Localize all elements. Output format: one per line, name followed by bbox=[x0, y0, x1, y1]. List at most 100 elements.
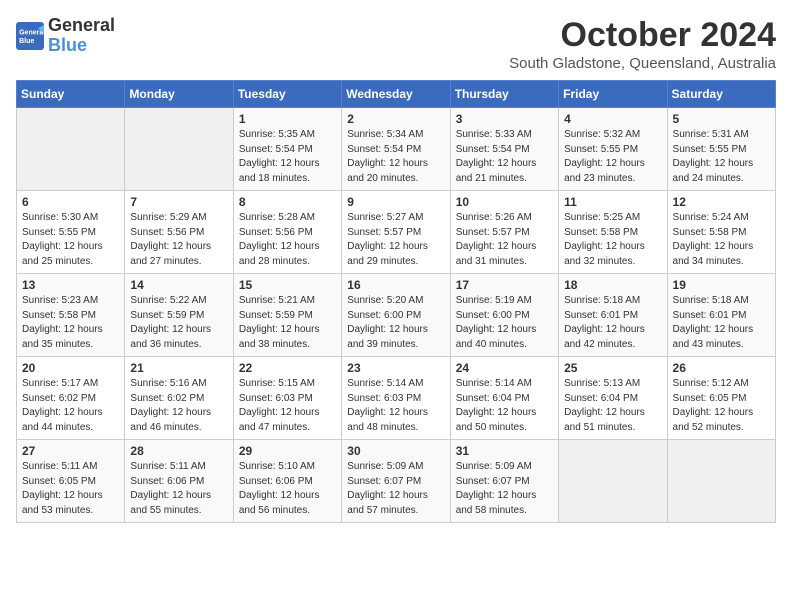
day-number: 13 bbox=[22, 278, 119, 292]
calendar-cell: 18 Sunrise: 5:18 AMSunset: 6:01 PMDayligh… bbox=[559, 274, 667, 357]
weekday-header-cell: Monday bbox=[125, 81, 233, 108]
day-info: Sunrise: 5:16 AMSunset: 6:02 PMDaylight:… bbox=[130, 377, 227, 435]
location-subtitle: South Gladstone, Queensland, Australia bbox=[509, 55, 776, 72]
weekday-header-cell: Thursday bbox=[450, 81, 558, 108]
day-number: 14 bbox=[130, 278, 227, 292]
day-number: 22 bbox=[239, 361, 336, 375]
day-info: Sunrise: 5:14 AMSunset: 6:03 PMDaylight:… bbox=[347, 377, 444, 435]
calendar-cell bbox=[125, 108, 233, 191]
day-number: 11 bbox=[564, 195, 661, 209]
day-number: 9 bbox=[347, 195, 444, 209]
calendar-cell: 2 Sunrise: 5:34 AMSunset: 5:54 PMDaylight… bbox=[342, 108, 450, 191]
day-number: 5 bbox=[673, 112, 770, 126]
day-info: Sunrise: 5:27 AMSunset: 5:57 PMDaylight:… bbox=[347, 211, 444, 269]
calendar-cell: 15 Sunrise: 5:21 AMSunset: 5:59 PMDayligh… bbox=[233, 274, 341, 357]
calendar-table: SundayMondayTuesdayWednesdayThursdayFrid… bbox=[16, 80, 776, 523]
calendar-cell: 5 Sunrise: 5:31 AMSunset: 5:55 PMDaylight… bbox=[667, 108, 775, 191]
day-number: 27 bbox=[22, 444, 119, 458]
day-info: Sunrise: 5:33 AMSunset: 5:54 PMDaylight:… bbox=[456, 128, 553, 186]
month-title: October 2024 bbox=[509, 16, 776, 55]
calendar-cell: 9 Sunrise: 5:27 AMSunset: 5:57 PMDaylight… bbox=[342, 191, 450, 274]
day-info: Sunrise: 5:19 AMSunset: 6:00 PMDaylight:… bbox=[456, 294, 553, 352]
calendar-week-row: 20 Sunrise: 5:17 AMSunset: 6:02 PMDayligh… bbox=[17, 357, 776, 440]
logo-icon: General Blue bbox=[16, 22, 44, 50]
day-info: Sunrise: 5:17 AMSunset: 6:02 PMDaylight:… bbox=[22, 377, 119, 435]
calendar-cell: 25Sunrise: 5:13 AMSunset: 6:04 PMDayligh… bbox=[559, 357, 667, 440]
day-info: Sunrise: 5:35 AMSunset: 5:54 PMDaylight:… bbox=[239, 128, 336, 186]
day-number: 2 bbox=[347, 112, 444, 126]
day-info: Sunrise: 5:20 AMSunset: 6:00 PMDaylight:… bbox=[347, 294, 444, 352]
day-number: 1 bbox=[239, 112, 336, 126]
day-info: Sunrise: 5:18 AMSunset: 6:01 PMDaylight:… bbox=[564, 294, 661, 352]
calendar-cell: 27 Sunrise: 5:11 AMSunset: 6:05 PMDayligh… bbox=[17, 440, 125, 523]
day-number: 3 bbox=[456, 112, 553, 126]
calendar-cell: 30 Sunrise: 5:09 AMSunset: 6:07 PMDayligh… bbox=[342, 440, 450, 523]
day-info: Sunrise: 5:11 AMSunset: 6:05 PMDaylight:… bbox=[22, 460, 119, 518]
day-number: 23 bbox=[347, 361, 444, 375]
calendar-cell: 14 Sunrise: 5:22 AMSunset: 5:59 PMDayligh… bbox=[125, 274, 233, 357]
weekday-header-cell: Wednesday bbox=[342, 81, 450, 108]
day-info: Sunrise: 5:12 AMSunset: 6:05 PMDaylight:… bbox=[673, 377, 770, 435]
day-number: 17 bbox=[456, 278, 553, 292]
weekday-header-row: SundayMondayTuesdayWednesdayThursdayFrid… bbox=[17, 81, 776, 108]
day-number: 10 bbox=[456, 195, 553, 209]
day-number: 30 bbox=[347, 444, 444, 458]
calendar-cell: 26 Sunrise: 5:12 AMSunset: 6:05 PMDayligh… bbox=[667, 357, 775, 440]
day-info: Sunrise: 5:24 AMSunset: 5:58 PMDaylight:… bbox=[673, 211, 770, 269]
day-info: Sunrise: 5:14 AMSunset: 6:04 PMDaylight:… bbox=[456, 377, 553, 435]
calendar-cell bbox=[559, 440, 667, 523]
calendar-cell: 20 Sunrise: 5:17 AMSunset: 6:02 PMDayligh… bbox=[17, 357, 125, 440]
calendar-cell: 7Sunrise: 5:29 AMSunset: 5:56 PMDaylight… bbox=[125, 191, 233, 274]
day-number: 18 bbox=[564, 278, 661, 292]
calendar-cell: 6 Sunrise: 5:30 AMSunset: 5:55 PMDaylight… bbox=[17, 191, 125, 274]
calendar-cell: 13Sunrise: 5:23 AMSunset: 5:58 PMDayligh… bbox=[17, 274, 125, 357]
day-number: 29 bbox=[239, 444, 336, 458]
day-number: 15 bbox=[239, 278, 336, 292]
day-info: Sunrise: 5:09 AMSunset: 6:07 PMDaylight:… bbox=[347, 460, 444, 518]
calendar-cell: 10 Sunrise: 5:26 AMSunset: 5:57 PMDayligh… bbox=[450, 191, 558, 274]
svg-text:Blue: Blue bbox=[19, 38, 34, 45]
day-number: 21 bbox=[130, 361, 227, 375]
calendar-cell: 28Sunrise: 5:11 AMSunset: 6:06 PMDayligh… bbox=[125, 440, 233, 523]
day-number: 26 bbox=[673, 361, 770, 375]
day-info: Sunrise: 5:15 AMSunset: 6:03 PMDaylight:… bbox=[239, 377, 336, 435]
day-info: Sunrise: 5:28 AMSunset: 5:56 PMDaylight:… bbox=[239, 211, 336, 269]
logo: General Blue General Blue bbox=[16, 16, 115, 56]
svg-text:General: General bbox=[19, 29, 44, 36]
day-number: 12 bbox=[673, 195, 770, 209]
day-info: Sunrise: 5:21 AMSunset: 5:59 PMDaylight:… bbox=[239, 294, 336, 352]
day-info: Sunrise: 5:10 AMSunset: 6:06 PMDaylight:… bbox=[239, 460, 336, 518]
day-info: Sunrise: 5:18 AMSunset: 6:01 PMDaylight:… bbox=[673, 294, 770, 352]
calendar-week-row: 27 Sunrise: 5:11 AMSunset: 6:05 PMDayligh… bbox=[17, 440, 776, 523]
weekday-header-cell: Tuesday bbox=[233, 81, 341, 108]
day-number: 24 bbox=[456, 361, 553, 375]
calendar-week-row: 6 Sunrise: 5:30 AMSunset: 5:55 PMDaylight… bbox=[17, 191, 776, 274]
calendar-cell: 17 Sunrise: 5:19 AMSunset: 6:00 PMDayligh… bbox=[450, 274, 558, 357]
calendar-cell bbox=[17, 108, 125, 191]
day-number: 20 bbox=[22, 361, 119, 375]
calendar-cell: 12 Sunrise: 5:24 AMSunset: 5:58 PMDayligh… bbox=[667, 191, 775, 274]
calendar-cell: 23 Sunrise: 5:14 AMSunset: 6:03 PMDayligh… bbox=[342, 357, 450, 440]
day-info: Sunrise: 5:26 AMSunset: 5:57 PMDaylight:… bbox=[456, 211, 553, 269]
day-info: Sunrise: 5:30 AMSunset: 5:55 PMDaylight:… bbox=[22, 211, 119, 269]
calendar-cell: 29 Sunrise: 5:10 AMSunset: 6:06 PMDayligh… bbox=[233, 440, 341, 523]
day-info: Sunrise: 5:25 AMSunset: 5:58 PMDaylight:… bbox=[564, 211, 661, 269]
day-info: Sunrise: 5:09 AMSunset: 6:07 PMDaylight:… bbox=[456, 460, 553, 518]
calendar-cell: 11 Sunrise: 5:25 AMSunset: 5:58 PMDayligh… bbox=[559, 191, 667, 274]
logo-text: General Blue bbox=[48, 16, 115, 56]
day-number: 31 bbox=[456, 444, 553, 458]
day-info: Sunrise: 5:31 AMSunset: 5:55 PMDaylight:… bbox=[673, 128, 770, 186]
calendar-cell: 16 Sunrise: 5:20 AMSunset: 6:00 PMDayligh… bbox=[342, 274, 450, 357]
calendar-cell: 24 Sunrise: 5:14 AMSunset: 6:04 PMDayligh… bbox=[450, 357, 558, 440]
page-header: General Blue General Blue October 2024 S… bbox=[16, 16, 776, 72]
day-number: 16 bbox=[347, 278, 444, 292]
day-number: 6 bbox=[22, 195, 119, 209]
calendar-cell: 19Sunrise: 5:18 AMSunset: 6:01 PMDayligh… bbox=[667, 274, 775, 357]
calendar-cell: 1 Sunrise: 5:35 AMSunset: 5:54 PMDaylight… bbox=[233, 108, 341, 191]
weekday-header-cell: Friday bbox=[559, 81, 667, 108]
day-number: 28 bbox=[130, 444, 227, 458]
day-info: Sunrise: 5:22 AMSunset: 5:59 PMDaylight:… bbox=[130, 294, 227, 352]
weekday-header-cell: Saturday bbox=[667, 81, 775, 108]
calendar-cell: 31 Sunrise: 5:09 AMSunset: 6:07 PMDayligh… bbox=[450, 440, 558, 523]
day-info: Sunrise: 5:34 AMSunset: 5:54 PMDaylight:… bbox=[347, 128, 444, 186]
